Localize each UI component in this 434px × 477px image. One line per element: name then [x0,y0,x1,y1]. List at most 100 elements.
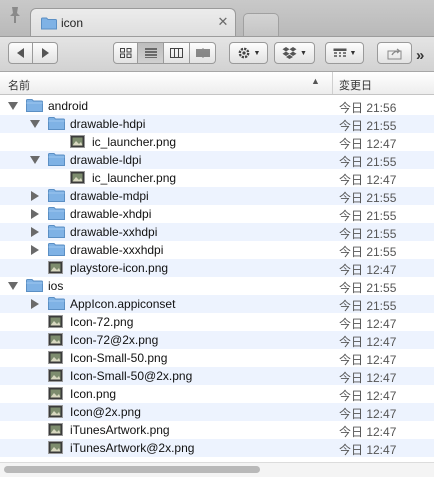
folder-icon [48,225,65,238]
file-row[interactable]: playstore-icon.png 今日 12:47 [0,259,434,277]
folder-row[interactable]: drawable-xhdpi 今日 21:55 [0,205,434,223]
file-row[interactable]: iTunesArtwork@2x.png 今日 12:47 [0,439,434,457]
dropbox-menu-button[interactable]: ▼ [274,42,315,64]
disclosure-collapsed-icon[interactable] [30,245,40,255]
cover-flow-icon [195,48,210,58]
chevron-down-icon: ▼ [300,49,307,57]
horizontal-scrollbar[interactable] [0,462,434,477]
file-row[interactable]: ic_launcher.png 今日 12:47 [0,169,434,187]
file-name: AppIcon.appiconset [70,297,176,311]
file-name: iTunesArtwork@2x.png [70,441,195,455]
disclosure-expanded-icon[interactable] [8,101,18,111]
back-button[interactable] [8,42,33,64]
toolbar: ▼ ▼ ▼ » [0,37,434,72]
disclosure-collapsed-icon[interactable] [30,227,40,237]
modified-date: 今日 21:55 [339,281,397,295]
tab-bar: icon ✕ [0,0,434,37]
pushpin-icon [10,7,20,23]
disclosure-collapsed-icon[interactable] [30,299,40,309]
back-arrow-icon [16,48,24,58]
forward-button[interactable] [33,42,58,64]
column-divider[interactable] [332,72,333,94]
image-file-icon [48,333,63,346]
cover-flow-button[interactable] [190,42,216,64]
file-name: Icon-72.png [70,315,134,329]
image-file-icon [48,441,63,454]
folder-icon [48,297,65,310]
column-date-header[interactable]: 変更日 [339,77,372,93]
modified-date: 今日 12:47 [339,389,397,403]
modified-date: 今日 12:47 [339,425,397,439]
list-view-button[interactable] [138,42,164,64]
file-list: android 今日 21:56 drawable-hdpi 今日 21:55 ic_l… [0,97,434,457]
disclosure-collapsed-icon[interactable] [30,209,40,219]
arrange-menu-button[interactable]: ▼ [325,42,364,64]
file-row[interactable]: Icon.png 今日 12:47 [0,385,434,403]
image-file-icon [48,315,63,328]
image-file-icon [48,423,63,436]
share-button[interactable] [377,42,412,64]
folder-row[interactable]: android 今日 21:56 [0,97,434,115]
file-name: drawable-xxxhdpi [70,243,164,257]
folder-row[interactable]: drawable-xxxhdpi 今日 21:55 [0,241,434,259]
file-row[interactable]: Icon-72.png 今日 12:47 [0,313,434,331]
toolbar-overflow-icon[interactable]: » [416,47,425,64]
file-name: drawable-xxhdpi [70,225,158,239]
file-row[interactable]: Icon@2x.png 今日 12:47 [0,403,434,421]
close-tab-icon[interactable]: ✕ [217,15,229,28]
file-name: Icon-Small-50@2x.png [70,369,193,383]
column-header: 名前 ▲ 変更日 [0,72,434,95]
modified-date: 今日 21:55 [339,299,397,313]
column-view-icon [170,48,183,58]
folder-icon [48,243,65,256]
image-file-icon [48,261,63,274]
tab-icon[interactable]: icon ✕ [30,8,236,36]
file-name: Icon-72@2x.png [70,333,159,347]
folder-row[interactable]: AppIcon.appiconset 今日 21:55 [0,295,434,313]
disclosure-collapsed-icon[interactable] [30,191,40,201]
folder-row[interactable]: drawable-ldpi 今日 21:55 [0,151,434,169]
modified-date: 今日 12:47 [339,263,397,277]
disclosure-expanded-icon[interactable] [30,155,40,165]
file-name: iTunesArtwork.png [70,423,170,437]
share-icon [387,47,401,59]
folder-icon [41,17,57,30]
file-name: drawable-xhdpi [70,207,152,221]
modified-date: 今日 21:55 [339,227,397,241]
icon-view-button[interactable] [113,42,138,64]
file-row[interactable]: Icon-Small-50.png 今日 12:47 [0,349,434,367]
new-tab-button[interactable] [243,13,279,36]
file-name: ios [48,279,64,293]
dropbox-icon [282,47,297,59]
file-name: drawable-mdpi [70,189,149,203]
disclosure-expanded-icon[interactable] [8,281,18,291]
folder-row[interactable]: drawable-xxhdpi 今日 21:55 [0,223,434,241]
folder-row[interactable]: drawable-hdpi 今日 21:55 [0,115,434,133]
view-mode-buttons [113,42,216,64]
folder-icon [48,207,65,220]
folder-row[interactable]: ios 今日 21:55 [0,277,434,295]
folder-icon [26,279,43,292]
icon-view-icon [119,48,131,58]
folder-icon [48,117,65,130]
folder-row[interactable]: drawable-mdpi 今日 21:55 [0,187,434,205]
file-row[interactable]: iTunesArtwork.png 今日 12:47 [0,421,434,439]
file-row[interactable]: ic_launcher.png 今日 12:47 [0,133,434,151]
column-name-header[interactable]: 名前 [8,77,30,93]
action-menu-button[interactable]: ▼ [229,42,268,64]
disclosure-expanded-icon[interactable] [30,119,40,129]
list-view-icon [144,48,157,58]
modified-date: 今日 21:55 [339,119,397,133]
column-view-button[interactable] [164,42,190,64]
folder-icon [48,153,65,166]
file-row[interactable]: Icon-72@2x.png 今日 12:47 [0,331,434,349]
chevron-down-icon: ▼ [349,49,357,57]
modified-date: 今日 21:55 [339,209,397,223]
sort-ascending-icon: ▲ [311,76,320,86]
modified-date: 今日 12:47 [339,335,397,349]
modified-date: 今日 12:47 [339,317,397,331]
file-row[interactable]: Icon-Small-50@2x.png 今日 12:47 [0,367,434,385]
scrollbar-thumb[interactable] [4,466,260,473]
modified-date: 今日 21:55 [339,191,397,205]
modified-date: 今日 12:47 [339,371,397,385]
